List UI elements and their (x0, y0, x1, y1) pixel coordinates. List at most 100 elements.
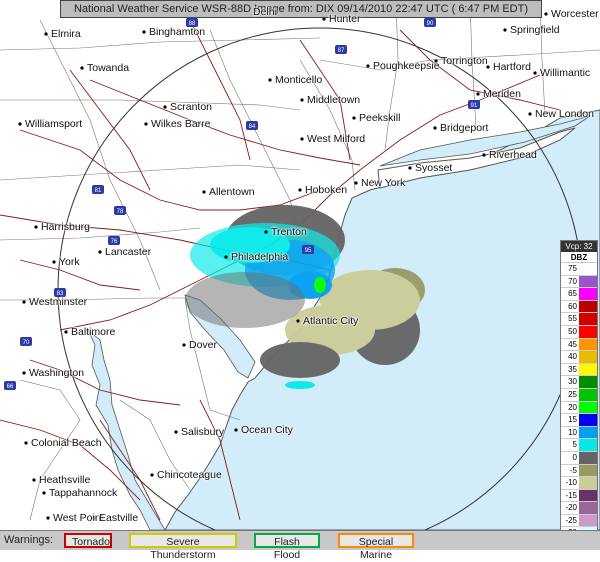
tornado-button[interactable]: Tornado (64, 533, 112, 548)
city-label: Salisbury (181, 426, 225, 438)
legend-swatch (579, 288, 597, 300)
legend-row: 50 (561, 324, 597, 338)
city-dot (24, 441, 28, 445)
city-label: Riverhead (489, 149, 537, 161)
legend-swatch (579, 338, 597, 351)
legend-row: -20 (561, 501, 597, 514)
city-label: Middletown (307, 94, 361, 106)
legend-swatch (579, 263, 597, 275)
city-dot (300, 98, 304, 102)
legend-value: 50 (561, 325, 579, 338)
city-label: Tappahannock (49, 487, 118, 499)
legend-swatch (579, 489, 597, 502)
legend-swatch (579, 363, 597, 376)
legend-value: 45 (561, 338, 579, 351)
dbz-legend: Vcp: 32 75 70 65 60 55 50 45 40 35 30 25 20 15 10 5 0 -5… (560, 240, 598, 552)
legend-row: 35 (561, 362, 597, 376)
city-dot (300, 137, 304, 141)
legend-row: 75 (561, 262, 597, 275)
city-label: Westminster (29, 296, 88, 308)
city-dot (98, 250, 102, 254)
city-dot (503, 28, 507, 32)
city-label: Ocean City (241, 424, 293, 436)
city-dot (144, 122, 148, 126)
city-label: Harrisburg (41, 221, 91, 233)
city-label: Trenton (271, 226, 307, 238)
city-label: Philadelphia (231, 251, 289, 263)
city-dot (296, 319, 300, 323)
legend-value: 0 (561, 451, 579, 464)
city-dot (18, 122, 22, 126)
city-dot (22, 300, 26, 304)
legend-row: 0 (561, 450, 597, 464)
legend-row: 60 (561, 299, 597, 313)
city-label: Worcester (551, 8, 599, 20)
city-label: Atlantic City (303, 315, 359, 327)
city-dot (234, 428, 238, 432)
city-label: Delhi (253, 6, 277, 18)
vcp-label: Vcp: 32 (561, 241, 597, 252)
legend-swatch (579, 414, 597, 426)
city-label: Williamsport (25, 118, 83, 130)
city-label: York (59, 256, 80, 268)
legend-value: 10 (561, 426, 579, 439)
legend-swatch (579, 464, 597, 477)
legend-value: 55 (561, 313, 579, 325)
city-label: Hartford (493, 61, 531, 73)
legend-unit: DBZ (570, 253, 588, 262)
flash-flood-button[interactable]: Flash Flood (254, 533, 320, 561)
city-dot (182, 343, 186, 347)
city-dot (482, 153, 486, 157)
warnings-label: Warnings: (4, 534, 54, 546)
city-label: Springfield (510, 24, 560, 36)
city-label: Syosset (415, 162, 453, 174)
highway-shield-90: 90 (427, 21, 434, 27)
city-dot (34, 225, 38, 229)
city-label: West Milford (307, 133, 366, 145)
legend-row: 15 (561, 413, 597, 426)
legend-swatch (579, 401, 597, 414)
highway-shield-84: 84 (249, 124, 256, 130)
city-label: Hoboken (305, 184, 348, 196)
city-label: Washington (29, 367, 85, 379)
special-marine-button[interactable]: Special Marine (338, 533, 414, 561)
city-label: Colonial Beach (31, 437, 102, 449)
highway-shield-76: 76 (111, 239, 118, 245)
legend-row: 5 (561, 438, 597, 451)
city-dot (533, 71, 537, 75)
legend-value: 65 (561, 288, 579, 300)
city-label: Willimantic (540, 67, 591, 79)
city-dot (298, 188, 302, 192)
city-label: Chincoteague (157, 469, 222, 481)
city-label: Lancaster (105, 246, 152, 258)
legend-row: -5 (561, 463, 597, 477)
city-label: New London (535, 108, 594, 120)
city-dot (544, 12, 548, 16)
legend-swatch (579, 376, 597, 388)
city-label: Heathsville (39, 474, 91, 486)
highway-shield-81: 81 (95, 188, 102, 194)
legend-swatch (579, 300, 597, 313)
highway-shield-66: 66 (7, 384, 14, 390)
legend-value: 40 (561, 351, 579, 363)
legend-row: 45 (561, 337, 597, 351)
highway-shield-91: 91 (471, 103, 478, 109)
city-dot (433, 126, 437, 130)
city-dot (42, 491, 46, 495)
highway-shield-95: 95 (305, 248, 312, 254)
city-dot (528, 112, 532, 116)
city-dot (150, 473, 154, 477)
legend-value: 75 (561, 263, 579, 275)
city-label: Allentown (209, 186, 255, 198)
city-label: Eastville (99, 512, 139, 524)
severe-thunderstorm-button[interactable]: Severe Thunderstorm (129, 533, 237, 561)
legend-swatch (579, 451, 597, 464)
legend-swatch (579, 325, 597, 338)
legend-row: 20 (561, 400, 597, 414)
legend-row: 65 (561, 287, 597, 300)
legend-swatch (579, 439, 597, 451)
city-label: New York (361, 177, 406, 189)
highway-shield-78: 78 (117, 209, 124, 215)
city-dot (408, 166, 412, 170)
legend-value: -25 (561, 514, 579, 527)
